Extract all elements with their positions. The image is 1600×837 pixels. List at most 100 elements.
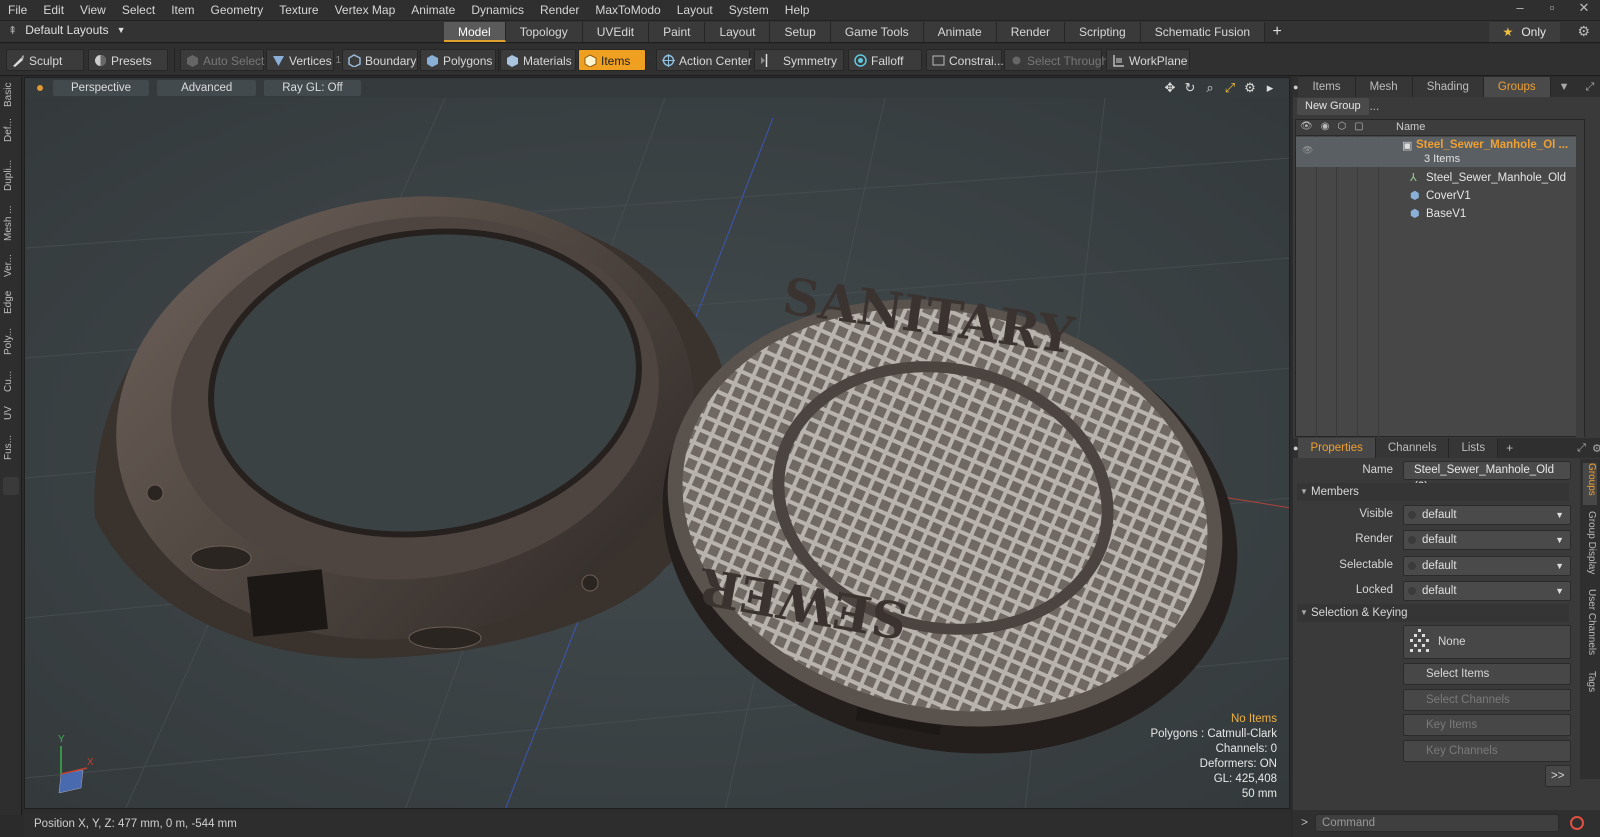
menu-render[interactable]: Render — [532, 3, 587, 17]
tab-layout[interactable]: Layout — [705, 22, 771, 42]
tab-edge[interactable]: Edge — [3, 289, 19, 315]
key-channels-button[interactable]: Key Channels — [1403, 740, 1571, 762]
action-center-button[interactable]: Action Center — [656, 49, 752, 71]
polygons-button[interactable]: Polygons — [420, 49, 496, 71]
group-row[interactable]: 👁 ▣ Steel_Sewer_Manhole_Ol ... 3 Items — [1296, 137, 1584, 167]
menu-edit[interactable]: Edit — [35, 3, 72, 17]
eye-icon[interactable]: 👁 — [1300, 121, 1313, 132]
tab-mesh[interactable]: Mesh ... — [3, 203, 19, 243]
boundary-button[interactable]: Boundary — [342, 49, 418, 71]
auto-select-button[interactable]: Auto Select — [180, 49, 264, 71]
tab-basic[interactable]: Basic — [3, 83, 19, 107]
menu-maxtomodo[interactable]: MaxToModo — [587, 3, 668, 17]
list-item[interactable]: ⬢ BaseV1 — [1296, 206, 1584, 224]
none-button[interactable]: None — [1403, 625, 1571, 659]
maximize-icon[interactable]: ▫ — [1536, 0, 1568, 16]
members-section[interactable]: ▼ Members — [1297, 483, 1569, 501]
tab-channels[interactable]: Channels — [1375, 438, 1450, 458]
3d-viewport[interactable]: Perspective Advanced Ray GL: Off ✥ ↻ ⌕ ⤢… — [24, 77, 1290, 809]
pin-icon[interactable]: ⇞ — [8, 24, 17, 37]
locked-select[interactable]: default ▼ — [1403, 581, 1571, 601]
menu-layout[interactable]: Layout — [669, 3, 721, 17]
menu-dynamics[interactable]: Dynamics — [463, 3, 532, 17]
layout-name[interactable]: Default Layouts — [25, 23, 108, 37]
expand-tools-button[interactable] — [3, 477, 19, 495]
side-tab-user-channels[interactable]: User Channels — [1583, 589, 1597, 663]
tab-duplicate[interactable]: Dupli... — [3, 155, 19, 195]
only-toggle[interactable]: ★ Only — [1488, 22, 1560, 42]
tab-render[interactable]: Render — [996, 22, 1066, 42]
menu-file[interactable]: File — [0, 3, 35, 17]
side-tab-tags[interactable]: Tags — [1583, 671, 1597, 701]
select-items-button[interactable]: Select Items — [1403, 663, 1571, 685]
tab-vertex[interactable]: Ver... — [3, 251, 19, 281]
rotate-icon[interactable]: ↻ — [1183, 80, 1197, 96]
viewport-gear-icon[interactable]: ⚙ — [1243, 80, 1257, 96]
sculpt-button[interactable]: Sculpt — [6, 49, 84, 71]
select-through-button[interactable]: Select Through — [1004, 49, 1108, 71]
materials-button[interactable]: Materials — [500, 49, 576, 71]
render-icon[interactable]: ◉ — [1321, 121, 1330, 132]
more-button[interactable]: >> — [1545, 765, 1571, 787]
tab-deform[interactable]: Def... — [3, 115, 19, 145]
pan-icon[interactable]: ✥ — [1163, 80, 1177, 96]
layout-selector[interactable]: ⇞ Default Layouts ▼ — [8, 23, 126, 37]
key-items-button[interactable]: Key Items — [1403, 714, 1571, 736]
tab-game-tools[interactable]: Game Tools — [830, 22, 924, 42]
vertices-button[interactable]: Vertices 1 — [266, 49, 341, 71]
view-mode-button[interactable]: Perspective — [53, 80, 150, 96]
fit-icon[interactable]: ⤢ — [1223, 80, 1237, 96]
symmetry-button[interactable]: Symmetry — [754, 49, 844, 71]
maximize-panel-icon[interactable]: ⤢ — [1577, 442, 1586, 455]
zoom-icon[interactable]: ⌕ — [1203, 80, 1217, 96]
name-field[interactable]: Steel_Sewer_Manhole_Old (2) — [1403, 461, 1571, 493]
raygl-button[interactable]: Ray GL: Off — [264, 80, 361, 96]
tab-setup[interactable]: Setup — [770, 22, 831, 42]
menu-select[interactable]: Select — [114, 3, 163, 17]
side-tab-group-display[interactable]: Group Display — [1583, 511, 1597, 581]
add-tab-icon[interactable]: + — [1506, 441, 1513, 455]
tab-topology[interactable]: Topology — [505, 22, 583, 42]
presets-button[interactable]: Presets — [88, 49, 168, 71]
menu-system[interactable]: System — [721, 3, 777, 17]
add-tab-icon[interactable]: + — [1265, 22, 1289, 42]
close-icon[interactable]: ✕ — [1568, 0, 1600, 16]
record-icon[interactable] — [1570, 816, 1584, 830]
tabs-menu-icon[interactable]: ▼ — [1559, 81, 1570, 93]
command-input[interactable]: Command — [1315, 814, 1559, 832]
falloff-button[interactable]: Falloff — [848, 49, 922, 71]
render-select[interactable]: default ▼ — [1403, 530, 1571, 550]
minimize-icon[interactable]: – — [1504, 0, 1536, 16]
group-visibility-icon[interactable]: 👁 — [1302, 145, 1313, 156]
list-item[interactable]: ⅄ Steel_Sewer_Manhole_Old — [1296, 170, 1584, 188]
col-name[interactable]: Name — [1396, 121, 1425, 133]
menu-help[interactable]: Help — [777, 3, 818, 17]
viewport-menu-icon[interactable]: ▸ — [1263, 80, 1277, 96]
tab-schematic-fusion[interactable]: Schematic Fusion — [1140, 22, 1266, 42]
tab-fusion[interactable]: Fus... — [3, 431, 19, 463]
menu-vertex-map[interactable]: Vertex Map — [327, 3, 404, 17]
selectable-select[interactable]: default ▼ — [1403, 556, 1571, 576]
select-lock-icon[interactable]: ⬡ — [1337, 121, 1346, 132]
menu-animate[interactable]: Animate — [403, 3, 463, 17]
gear-icon[interactable]: ⚙ — [1577, 23, 1590, 40]
select-channels-button[interactable]: Select Channels — [1403, 689, 1571, 711]
lock-icon[interactable]: ▢ — [1354, 121, 1363, 132]
tab-curve[interactable]: Cu... — [3, 367, 19, 395]
menu-view[interactable]: View — [72, 3, 114, 17]
tab-groups[interactable]: Groups — [1483, 77, 1551, 97]
tab-model[interactable]: Model — [444, 22, 506, 42]
maximize-panel-icon[interactable]: ⤢ — [1586, 81, 1595, 94]
tab-properties[interactable]: Properties — [1298, 438, 1376, 458]
menu-geometry[interactable]: Geometry — [203, 3, 272, 17]
tab-animate[interactable]: Animate — [923, 22, 997, 42]
tab-mesh[interactable]: Mesh ... — [1355, 77, 1413, 113]
visible-select[interactable]: default ▼ — [1403, 505, 1571, 525]
side-tab-groups[interactable]: Groups — [1583, 463, 1597, 505]
tab-paint[interactable]: Paint — [649, 22, 706, 42]
tab-lists[interactable]: Lists — [1449, 438, 1499, 458]
tab-items[interactable]: Items — [1298, 77, 1356, 97]
constraints-button[interactable]: Constrai... — [926, 49, 1004, 71]
tab-shading[interactable]: Shading — [1412, 77, 1484, 97]
menu-item[interactable]: Item — [163, 3, 202, 17]
